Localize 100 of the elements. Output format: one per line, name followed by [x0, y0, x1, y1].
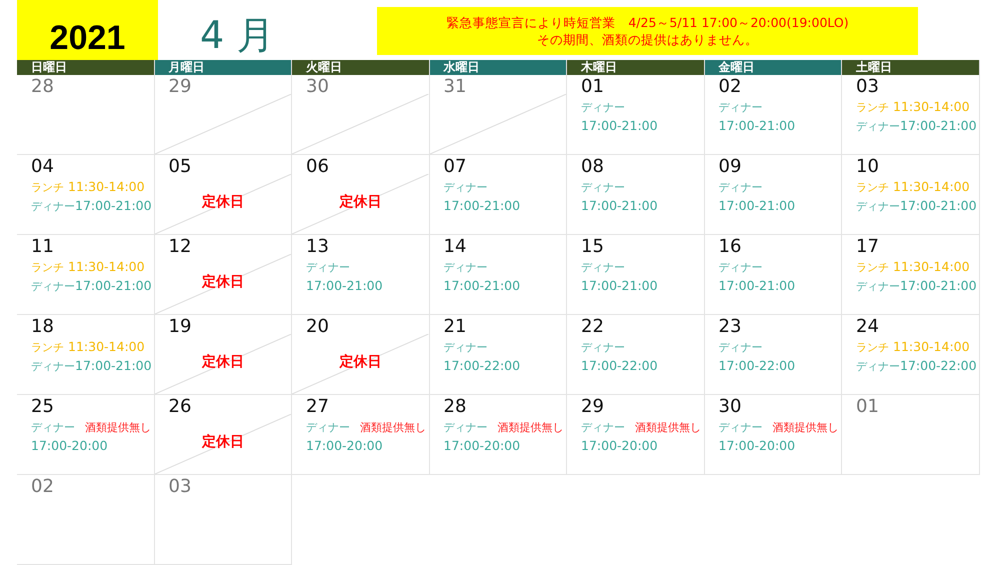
meal-label: ディナー: [444, 180, 488, 196]
date-number: 10: [856, 156, 880, 177]
time-range: 11:30-14:00: [893, 178, 970, 195]
meal-label: ディナー: [856, 199, 900, 215]
meal-label: ディナー: [306, 260, 350, 276]
notice-text: その期間、酒類の提供はありません。: [537, 31, 758, 48]
date-number: 27: [306, 396, 330, 417]
time-range: 17:00-21:00: [900, 197, 977, 214]
weekday-header: 金曜日: [704, 60, 842, 75]
meal-label: ディナー: [718, 180, 762, 196]
time-range: 17:00-21:00: [444, 277, 520, 294]
date-number: 13: [306, 236, 330, 257]
meal-label: ディナー: [856, 279, 900, 295]
date-number: 01: [856, 396, 880, 417]
weekday-header: 月曜日: [154, 60, 292, 75]
alert-text: 酒類提供無し: [360, 420, 426, 436]
time-range: 17:00-21:00: [444, 197, 520, 214]
date-number: 28: [31, 76, 55, 97]
meal-label: ランチ: [31, 260, 64, 276]
month-label: 4 月: [200, 12, 276, 59]
meal-label: ディナー: [718, 260, 762, 276]
date-number: 22: [581, 316, 605, 337]
time-range: 11:30-14:00: [68, 258, 145, 275]
time-range: 11:30-14:00: [893, 338, 970, 355]
meal-label: ランチ: [856, 260, 889, 276]
date-number: 29: [168, 76, 192, 97]
alert-text: 酒類提供無し: [772, 420, 838, 436]
time-range: 11:30-14:00: [68, 178, 145, 195]
weekday-header: 木曜日: [567, 60, 704, 75]
closed-label: 定休日: [200, 433, 245, 451]
time-range: 17:00-20:00: [718, 437, 796, 454]
date-number: 25: [31, 396, 55, 417]
date-number: 31: [444, 76, 468, 97]
meal-label: ディナー: [581, 420, 625, 436]
date-number: 06: [306, 156, 330, 177]
date-number: 29: [581, 396, 605, 417]
date-number: 17: [856, 236, 880, 257]
time-range: 17:00-22:00: [718, 357, 796, 374]
date-number: 30: [718, 396, 742, 417]
date-number: 24: [856, 316, 880, 337]
meal-label: ランチ: [31, 180, 64, 196]
date-number: 07: [444, 156, 468, 177]
time-range: 17:00-21:00: [718, 277, 796, 294]
meal-label: ディナー: [718, 340, 762, 356]
meal-label: ディナー: [444, 420, 488, 436]
date-number: 12: [168, 236, 192, 257]
time-range: 17:00-21:00: [900, 117, 977, 134]
meal-label: ディナー: [718, 420, 762, 436]
date-number: 01: [581, 76, 605, 97]
date-number: 08: [581, 156, 605, 177]
notice-text: 緊急事態宣言により時短営業 4/25～5/11 17:00～20:00(19:00LO): [446, 14, 849, 31]
meal-label: ランチ: [856, 340, 889, 356]
date-number: 28: [444, 396, 468, 417]
time-range: 17:00-21:00: [581, 197, 658, 214]
meal-label: ディナー: [856, 359, 900, 375]
time-range: 11:30-14:00: [893, 98, 970, 115]
date-number: 19: [168, 316, 192, 337]
year-label: 2021: [17, 0, 158, 60]
time-range: 17:00-20:00: [306, 437, 383, 454]
time-range: 17:00-21:00: [900, 277, 977, 294]
weekday-header: 火曜日: [292, 60, 430, 75]
time-range: 17:00-22:00: [444, 357, 520, 374]
date-number: 23: [718, 316, 742, 337]
alert-text: 酒類提供無し: [85, 420, 151, 436]
weekday-header: 水曜日: [430, 60, 567, 75]
date-number: 18: [31, 316, 55, 337]
date-number: 05: [168, 156, 192, 177]
date-number: 15: [581, 236, 605, 257]
closed-label: 定休日: [200, 193, 245, 211]
time-range: 17:00-21:00: [306, 277, 383, 294]
meal-label: ディナー: [856, 119, 900, 135]
time-range: 11:30-14:00: [68, 338, 145, 355]
time-range: 17:00-21:00: [718, 117, 796, 134]
time-range: 17:00-21:00: [718, 197, 796, 214]
date-number: 26: [168, 396, 192, 417]
meal-label: ランチ: [31, 340, 64, 356]
date-number: 30: [306, 76, 330, 97]
meal-label: ディナー: [31, 199, 75, 215]
meal-label: ディナー: [581, 180, 625, 196]
date-number: 02: [718, 76, 742, 97]
date-number: 02: [31, 476, 55, 497]
alert-text: 酒類提供無し: [635, 420, 701, 436]
alert-text: 酒類提供無し: [498, 420, 564, 436]
meal-label: ディナー: [31, 279, 75, 295]
closed-label: 定休日: [338, 193, 382, 211]
meal-label: ディナー: [444, 260, 488, 276]
time-range: 17:00-21:00: [75, 357, 152, 374]
meal-label: ディナー: [581, 100, 625, 116]
meal-label: ディナー: [581, 260, 625, 276]
meal-label: ディナー: [581, 340, 625, 356]
date-number: 21: [444, 316, 468, 337]
meal-label: ランチ: [856, 100, 889, 116]
time-range: 17:00-21:00: [75, 197, 152, 214]
meal-label: ランチ: [856, 180, 889, 196]
date-number: 20: [306, 316, 330, 337]
meal-label: ディナー: [718, 100, 762, 116]
time-range: 17:00-21:00: [581, 277, 658, 294]
closed-label: 定休日: [200, 273, 245, 291]
time-range: 17:00-20:00: [31, 437, 108, 454]
time-range: 11:30-14:00: [893, 258, 970, 275]
